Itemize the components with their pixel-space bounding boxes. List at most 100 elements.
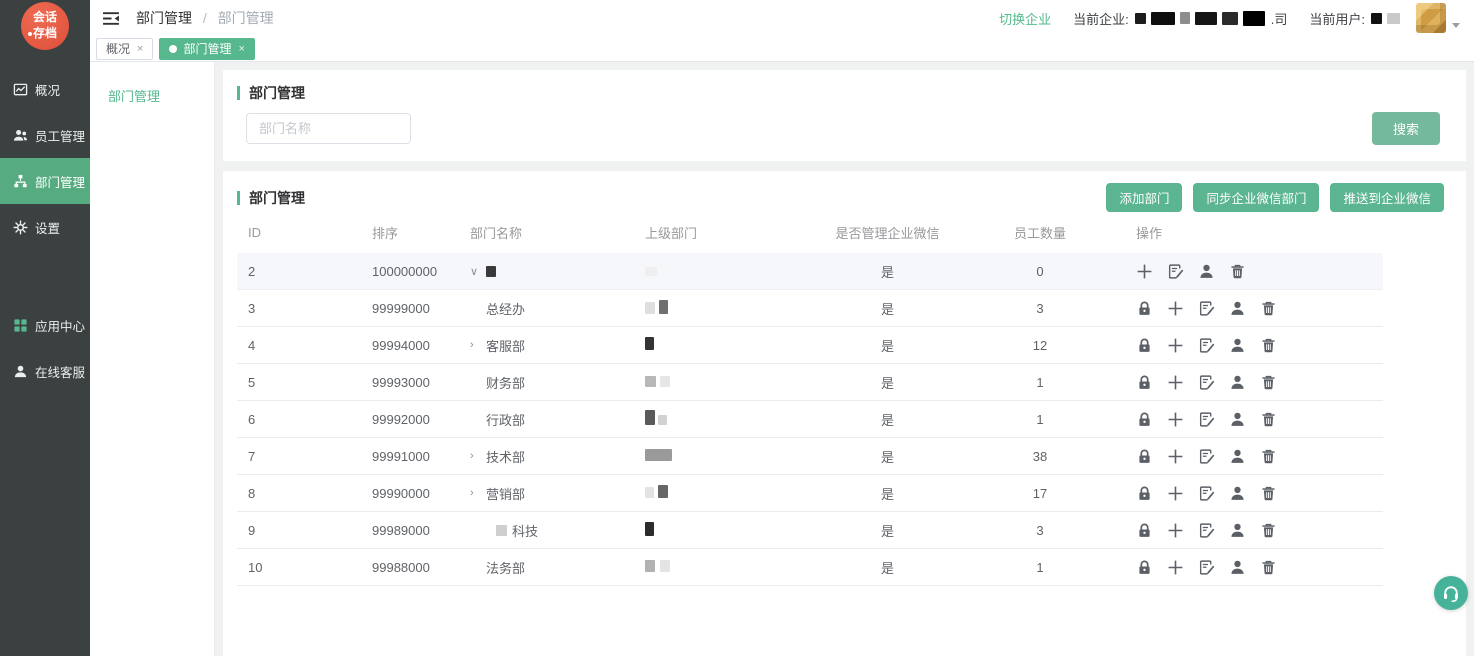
members-icon[interactable] xyxy=(1229,411,1246,428)
add-child-icon[interactable] xyxy=(1167,337,1184,354)
members-icon[interactable] xyxy=(1229,337,1246,354)
cell-sort: 99988000 xyxy=(372,560,470,575)
expand-caret-icon[interactable]: › xyxy=(470,339,486,351)
breadcrumb-item[interactable]: 部门管理 xyxy=(136,10,192,26)
sidebar-item-label: 在线客服 xyxy=(35,362,85,381)
cell-manage: 是 xyxy=(795,484,980,503)
title-accent-bar xyxy=(237,86,240,100)
lock-icon[interactable] xyxy=(1136,448,1153,465)
members-icon[interactable] xyxy=(1229,559,1246,576)
breadcrumb-current: 部门管理 xyxy=(218,10,274,26)
edit-icon[interactable] xyxy=(1198,485,1215,502)
cell-id: 3 xyxy=(248,301,372,316)
add-child-icon[interactable] xyxy=(1167,300,1184,317)
headset-icon xyxy=(1441,583,1461,603)
lock-icon[interactable] xyxy=(1136,374,1153,391)
delete-icon[interactable] xyxy=(1260,485,1277,502)
breadcrumb-separator: / xyxy=(203,10,207,26)
cell-name: 总经办 xyxy=(470,299,645,318)
push-to-wecom-button[interactable]: 推送到企业微信 xyxy=(1330,183,1444,212)
delete-icon[interactable] xyxy=(1260,559,1277,576)
add-child-icon[interactable] xyxy=(1167,411,1184,428)
sidebar-item-overview[interactable]: 概况 xyxy=(0,66,90,112)
table-row: 2 100000000 ∨ 是 0 xyxy=(237,253,1383,290)
expand-caret-icon[interactable]: › xyxy=(470,487,486,499)
members-icon[interactable] xyxy=(1229,485,1246,502)
people-icon xyxy=(13,128,28,143)
cell-id: 7 xyxy=(248,449,372,464)
lock-icon[interactable] xyxy=(1136,411,1153,428)
tab-label: 概况 xyxy=(106,40,130,57)
tab-overview[interactable]: 概况 × xyxy=(96,38,153,60)
user-avatar[interactable] xyxy=(1416,3,1446,33)
collapse-sidebar-icon[interactable] xyxy=(102,11,120,26)
cell-ops xyxy=(1100,485,1383,502)
members-icon[interactable] xyxy=(1229,522,1246,539)
expand-caret-icon[interactable]: › xyxy=(470,450,486,462)
tab-departments[interactable]: 部门管理 × xyxy=(159,38,254,60)
add-child-icon[interactable] xyxy=(1167,374,1184,391)
add-child-icon[interactable] xyxy=(1136,263,1153,280)
cell-ops xyxy=(1100,300,1383,317)
members-icon[interactable] xyxy=(1229,300,1246,317)
sidebar-item-app-center[interactable]: 应用中心 xyxy=(0,302,90,348)
lock-icon[interactable] xyxy=(1136,522,1153,539)
cell-name: 行政部 xyxy=(470,410,645,429)
cell-count: 1 xyxy=(980,560,1100,575)
add-child-icon[interactable] xyxy=(1167,485,1184,502)
members-icon[interactable] xyxy=(1198,263,1215,280)
table-row: 7 99991000 › 技术部 是 38 xyxy=(237,438,1383,475)
redacted-dept-name-prefix xyxy=(496,525,507,536)
delete-icon[interactable] xyxy=(1260,522,1277,539)
sidebar-item-online-service[interactable]: 在线客服 xyxy=(0,348,90,394)
members-icon[interactable] xyxy=(1229,448,1246,465)
lock-icon[interactable] xyxy=(1136,485,1153,502)
collapse-caret-icon[interactable]: ∨ xyxy=(470,265,486,278)
cell-sort: 99999000 xyxy=(372,301,470,316)
lock-icon[interactable] xyxy=(1136,337,1153,354)
switch-company-link[interactable]: 切换企业 xyxy=(999,9,1051,28)
top-bar: 部门管理 / 部门管理 切换企业 当前企业: .司 当前用户: xyxy=(90,0,1474,36)
edit-icon[interactable] xyxy=(1198,448,1215,465)
delete-icon[interactable] xyxy=(1260,374,1277,391)
cell-id: 6 xyxy=(248,412,372,427)
add-child-icon[interactable] xyxy=(1167,559,1184,576)
tab-close-icon[interactable]: × xyxy=(137,43,143,55)
edit-icon[interactable] xyxy=(1198,374,1215,391)
lock-icon[interactable] xyxy=(1136,559,1153,576)
add-department-button[interactable]: 添加部门 xyxy=(1106,183,1182,212)
gear-icon xyxy=(13,220,28,235)
lock-icon[interactable] xyxy=(1136,300,1153,317)
cell-name: 科技 xyxy=(496,521,645,540)
customer-service-fab[interactable] xyxy=(1434,576,1468,610)
add-child-icon[interactable] xyxy=(1167,522,1184,539)
cell-manage: 是 xyxy=(795,262,980,281)
subnav-item-departments[interactable]: 部门管理 xyxy=(108,86,214,105)
cell-name: › 客服部 xyxy=(470,336,645,355)
sync-wecom-departments-button[interactable]: 同步企业微信部门 xyxy=(1193,183,1319,212)
user-menu-caret-icon[interactable] xyxy=(1452,23,1460,28)
delete-icon[interactable] xyxy=(1260,411,1277,428)
add-child-icon[interactable] xyxy=(1167,448,1184,465)
delete-icon[interactable] xyxy=(1260,337,1277,354)
tab-close-icon[interactable]: × xyxy=(238,43,244,55)
edit-icon[interactable] xyxy=(1167,263,1184,280)
department-name-input[interactable] xyxy=(246,113,411,144)
sidebar-item-settings[interactable]: 设置 xyxy=(0,204,90,250)
members-icon[interactable] xyxy=(1229,374,1246,391)
delete-icon[interactable] xyxy=(1229,263,1246,280)
search-card: 部门管理 搜索 xyxy=(223,70,1466,161)
sidebar-item-employees[interactable]: 员工管理 xyxy=(0,112,90,158)
edit-icon[interactable] xyxy=(1198,559,1215,576)
edit-icon[interactable] xyxy=(1198,522,1215,539)
delete-icon[interactable] xyxy=(1260,300,1277,317)
delete-icon[interactable] xyxy=(1260,448,1277,465)
edit-icon[interactable] xyxy=(1198,411,1215,428)
edit-icon[interactable] xyxy=(1198,337,1215,354)
search-button[interactable]: 搜索 xyxy=(1372,112,1440,145)
company-name-suffix: .司 xyxy=(1271,9,1288,28)
edit-icon[interactable] xyxy=(1198,300,1215,317)
cell-id: 2 xyxy=(248,264,372,279)
sidebar-item-departments[interactable]: 部门管理 xyxy=(0,158,90,204)
cell-name: 财务部 xyxy=(470,373,645,392)
